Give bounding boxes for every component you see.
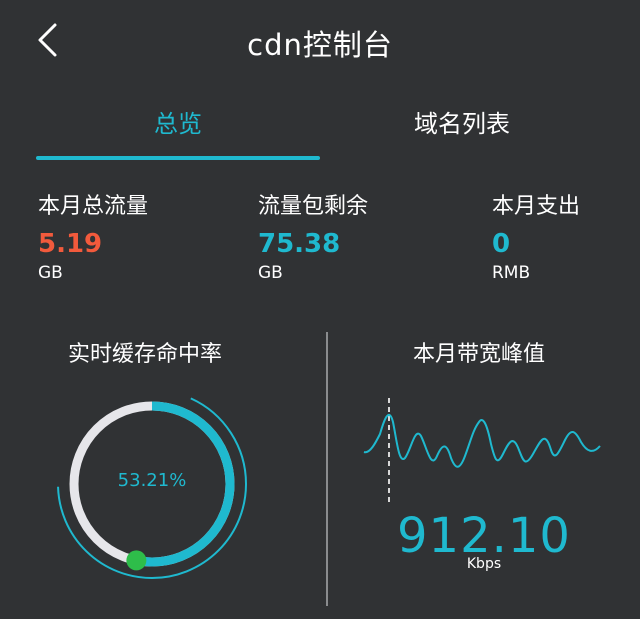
stat-label: 流量包剩余 xyxy=(258,194,369,219)
stat-unit: GB xyxy=(38,263,63,283)
bandwidth-peak-title: 本月带宽峰值 xyxy=(413,342,546,367)
stat-value: 5.19 xyxy=(38,229,103,259)
tab-overview[interactable]: 总览 xyxy=(36,90,320,162)
stat-traffic-package-remaining: 流量包剩余 75.38 GB xyxy=(258,188,368,283)
tab-bar: 总览 域名列表 xyxy=(0,90,640,162)
tab-domain-list[interactable]: 域名列表 xyxy=(320,90,604,162)
stat-value: 75.38 xyxy=(258,229,341,259)
cache-hit-rate-value: 53.21% xyxy=(117,470,187,491)
gauge-progress-dot xyxy=(126,550,147,571)
stat-monthly-expense: 本月支出 0 RMB xyxy=(492,188,580,283)
stat-monthly-traffic: 本月总流量 5.19 GB xyxy=(38,188,148,283)
stat-unit: GB xyxy=(258,263,283,283)
stat-value: 0 xyxy=(492,229,511,259)
bandwidth-wave-chart xyxy=(363,398,601,502)
bandwidth-wave-line xyxy=(363,414,601,468)
stat-label: 本月支出 xyxy=(492,194,581,219)
stat-unit: RMB xyxy=(492,263,531,283)
section-divider xyxy=(326,332,328,606)
active-tab-indicator xyxy=(36,156,320,160)
page-title: cdn控制台 xyxy=(247,28,393,62)
bandwidth-peak-unit: Kbps xyxy=(466,556,502,572)
header: cdn控制台 xyxy=(0,0,640,84)
cache-hit-rate-title: 实时缓存命中率 xyxy=(68,342,223,367)
stat-label: 本月总流量 xyxy=(38,194,149,219)
